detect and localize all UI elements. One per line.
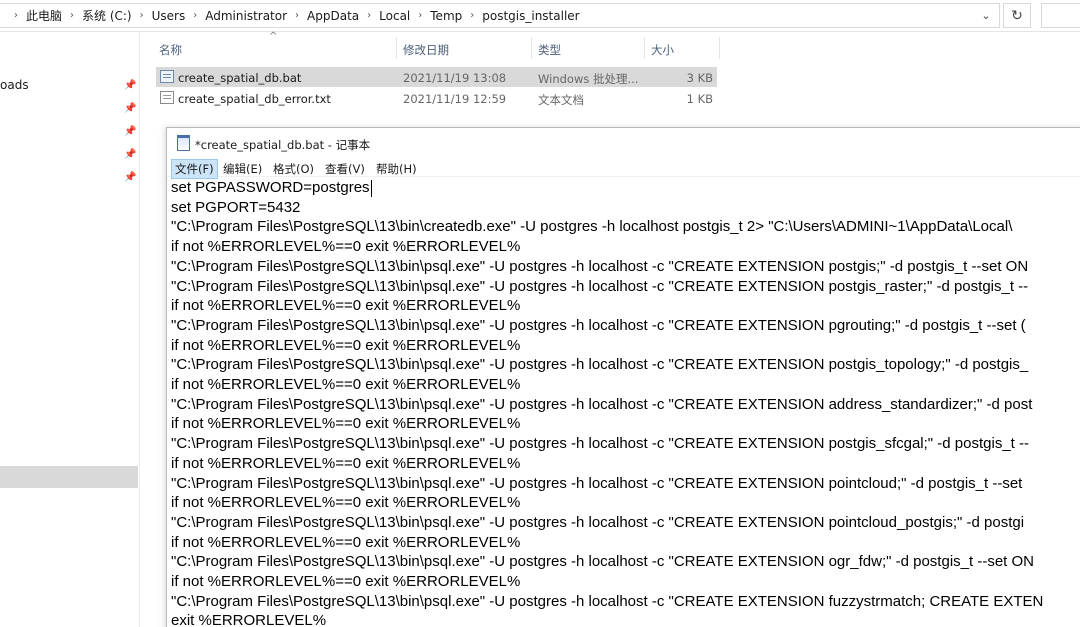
code-line: if not %ERRORLEVEL%==0 exit %ERRORLEVEL%: [171, 494, 521, 512]
code-line: if not %ERRORLEVEL%==0 exit %ERRORLEVEL%: [171, 336, 521, 354]
notepad-icon: [177, 135, 190, 151]
file-date: 2021/11/19 13:08: [403, 71, 507, 85]
file-type: Windows 批处理...: [538, 72, 639, 86]
chevron-right-icon[interactable]: ›: [193, 10, 197, 21]
breadcrumb: › 此电脑 › 系统 (C:) › Users › Administrator …: [6, 4, 580, 27]
code-line: "C:\Program Files\PostgreSQL\13\bin\psql…: [171, 513, 1025, 531]
window-title: *create_spatial_db.bat - 记事本: [195, 138, 371, 152]
chevron-down-icon: ⌄: [981, 9, 991, 22]
breadcrumb-administrator[interactable]: Administrator: [205, 9, 287, 23]
notepad-title-bar[interactable]: *create_spatial_db.bat - 记事本: [167, 128, 1080, 158]
code-line: "C:\Program Files\PostgreSQL\13\bin\psql…: [171, 435, 1030, 453]
text-caret: [371, 180, 372, 197]
address-history-button[interactable]: ⌄: [972, 4, 1000, 27]
code-line: set PGPASSWORD=postgres: [171, 179, 370, 196]
chevron-right-icon[interactable]: ›: [470, 10, 474, 21]
code-line: if not %ERRORLEVEL%==0 exit %ERRORLEVEL%: [171, 376, 521, 393]
navigation-pane: oads 📌 📌 📌 📌 📌: [0, 32, 140, 627]
code-line: if not %ERRORLEVEL%==0 exit %ERRORLEVEL%: [171, 533, 521, 551]
file-list: ^ 名称 修改日期 类型 大小 create_spatial_db.bat 20…: [141, 31, 1080, 122]
chevron-right-icon[interactable]: ›: [295, 10, 299, 21]
code-line: set PGPORT=5432: [171, 198, 301, 216]
breadcrumb-temp[interactable]: Temp: [430, 9, 462, 23]
notepad-window[interactable]: *create_spatial_db.bat - 记事本 文件(F) 编辑(E)…: [166, 127, 1080, 627]
menu-view[interactable]: 查看(V): [322, 160, 368, 178]
chevron-right-icon[interactable]: ›: [70, 10, 74, 21]
address-field[interactable]: › 此电脑 › 系统 (C:) › Users › Administrator …: [0, 3, 1000, 28]
code-line: if not %ERRORLEVEL%==0 exit %ERRORLEVEL%: [171, 297, 521, 315]
chevron-right-icon[interactable]: ›: [418, 10, 422, 21]
refresh-icon: ↻: [1011, 7, 1023, 24]
menu-bar: 文件(F) 编辑(E) 格式(O) 查看(V) 帮助(H): [167, 158, 1080, 179]
nav-item-downloads[interactable]: oads: [0, 78, 29, 92]
address-bar: › 此电脑 › 系统 (C:) › Users › Administrator …: [0, 0, 1080, 32]
code-line: if not %ERRORLEVEL%==0 exit %ERRORLEVEL%: [171, 454, 521, 472]
menu-help[interactable]: 帮助(H): [373, 160, 420, 178]
code-line: "C:\Program Files\PostgreSQL\13\bin\psql…: [171, 356, 1029, 374]
menu-edit[interactable]: 编辑(E): [220, 160, 265, 178]
search-input[interactable]: [1041, 3, 1080, 28]
breadcrumb-this-pc[interactable]: 此电脑: [26, 7, 62, 24]
breadcrumb-users[interactable]: Users: [152, 9, 186, 23]
column-header-size[interactable]: 大小: [651, 42, 674, 58]
file-row[interactable]: create_spatial_db_error.txt 2021/11/19 1…: [156, 88, 717, 108]
file-name: create_spatial_db_error.txt: [178, 92, 331, 106]
file-row[interactable]: create_spatial_db.bat 2021/11/19 13:08 W…: [156, 67, 717, 87]
code-line: "C:\Program Files\PostgreSQL\13\bin\psql…: [171, 395, 1033, 413]
menu-file[interactable]: 文件(F): [171, 159, 218, 179]
code-line: "C:\Program Files\PostgreSQL\13\bin\psql…: [171, 474, 1023, 492]
column-divider[interactable]: [396, 37, 397, 59]
column-divider[interactable]: [719, 37, 720, 59]
text-file-icon: [160, 91, 174, 104]
nav-item-selected[interactable]: [0, 466, 138, 488]
code-line: "C:\Program Files\PostgreSQL\13\bin\psql…: [171, 553, 1034, 571]
column-headers: ^ 名称 修改日期 类型 大小: [141, 31, 721, 62]
menu-format[interactable]: 格式(O): [270, 160, 317, 178]
code-line: "C:\Program Files\PostgreSQL\13\bin\crea…: [171, 218, 1013, 236]
file-size: 1 KB: [686, 92, 713, 106]
code-line: if not %ERRORLEVEL%==0 exit %ERRORLEVEL%: [171, 238, 521, 256]
breadcrumb-postgis-installer[interactable]: postgis_installer: [482, 9, 579, 23]
breadcrumb-local[interactable]: Local: [379, 9, 410, 23]
column-header-date[interactable]: 修改日期: [403, 42, 449, 58]
column-header-name[interactable]: 名称: [159, 42, 182, 58]
pin-icon[interactable]: 📌: [124, 149, 136, 160]
refresh-button[interactable]: ↻: [1003, 3, 1031, 28]
batch-file-icon: [160, 70, 174, 83]
code-line: exit %ERRORLEVEL%: [171, 612, 327, 627]
pin-icon[interactable]: 📌: [124, 103, 136, 114]
file-date: 2021/11/19 12:59: [403, 92, 507, 106]
file-name: create_spatial_db.bat: [178, 71, 302, 85]
column-divider[interactable]: [531, 37, 532, 59]
chevron-right-icon[interactable]: ›: [367, 10, 371, 21]
text-editor[interactable]: set PGPASSWORD=postgres set PGPORT=5432 "C…: [167, 178, 1080, 627]
file-type: 文本文档: [538, 93, 584, 107]
column-header-type[interactable]: 类型: [538, 42, 561, 58]
breadcrumb-drive-c[interactable]: 系统 (C:): [82, 7, 132, 24]
pin-icon[interactable]: 📌: [124, 80, 136, 91]
chevron-right-icon: ›: [14, 10, 18, 21]
chevron-right-icon[interactable]: ›: [140, 10, 144, 21]
pin-icon[interactable]: 📌: [124, 172, 136, 183]
code-line: "C:\Program Files\PostgreSQL\13\bin\psql…: [171, 257, 1029, 275]
column-divider[interactable]: [644, 37, 645, 59]
code-line: "C:\Program Files\PostgreSQL\13\bin\psql…: [171, 277, 1029, 295]
code-line: "C:\Program Files\PostgreSQL\13\bin\psql…: [171, 316, 1026, 334]
code-line: "C:\Program Files\PostgreSQL\13\bin\psql…: [171, 592, 1044, 610]
file-size: 3 KB: [686, 71, 713, 85]
code-line: if not %ERRORLEVEL%==0 exit %ERRORLEVEL%: [171, 573, 521, 590]
sort-ascending-icon: ^: [269, 31, 278, 42]
code-line: if not %ERRORLEVEL%==0 exit %ERRORLEVEL%: [171, 415, 521, 433]
pin-icon[interactable]: 📌: [124, 126, 136, 137]
breadcrumb-appdata[interactable]: AppData: [307, 9, 359, 23]
